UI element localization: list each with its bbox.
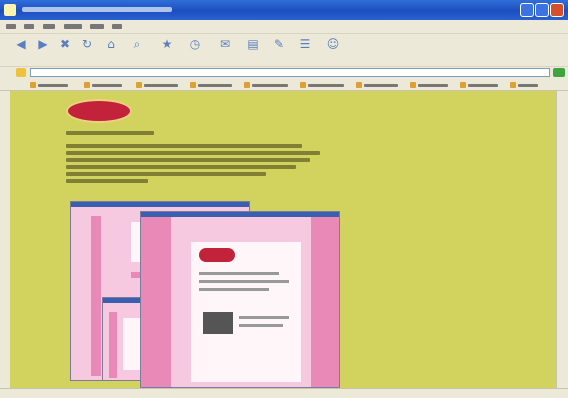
paragraph-line (66, 179, 148, 183)
link-favicon-icon (510, 82, 516, 88)
toolbar-button-history[interactable]: ◷ (182, 36, 208, 64)
print-icon: ▤ (247, 37, 259, 51)
link-favicon-icon (300, 82, 306, 88)
toolbar-button-home[interactable]: ⌂ (98, 36, 124, 64)
menu-item-tools[interactable] (90, 24, 104, 29)
paragraph-line (66, 165, 296, 169)
page-heading-placeholder (66, 131, 154, 135)
link-label (144, 84, 178, 87)
menu-item-help[interactable] (112, 24, 122, 29)
link-label (38, 84, 68, 87)
messenger-icon: ☺ (326, 37, 340, 51)
address-bar (0, 67, 568, 79)
link-label (252, 84, 288, 87)
paragraph-line (66, 151, 320, 155)
left-frame-border (0, 91, 10, 388)
discuss-icon: ☰ (299, 37, 311, 51)
links-item[interactable] (460, 82, 500, 88)
link-label (468, 84, 498, 87)
link-label (518, 84, 538, 87)
maximize-button[interactable] (535, 3, 549, 17)
link-label (418, 84, 448, 87)
paragraph-line (66, 158, 310, 162)
toolbar-button-mail[interactable]: ✉ (212, 36, 238, 64)
paragraph-line (66, 172, 266, 176)
toolbar-button-messenger[interactable]: ☺ (320, 36, 346, 64)
toolbar-button-discuss[interactable]: ☰ (292, 36, 318, 64)
toolbar-button-print[interactable]: ▤ (240, 36, 266, 64)
title-bar[interactable] (0, 0, 568, 20)
link-favicon-icon (356, 82, 362, 88)
page-icon (16, 68, 26, 77)
link-favicon-icon (410, 82, 416, 88)
link-favicon-icon (190, 82, 196, 88)
link-favicon-icon (84, 82, 90, 88)
link-favicon-icon (244, 82, 250, 88)
history-icon: ◷ (189, 37, 201, 51)
menu-item-edit[interactable] (24, 24, 34, 29)
browser-window: ◀ ▶ ✖ ↻ ⌂ ⌕ ★ ◷ ✉ ▤ ✎ ☰ ☺ (0, 0, 568, 398)
link-label (92, 84, 122, 87)
toolbar-button-favorites[interactable]: ★ (154, 36, 180, 64)
menu-item-favorites[interactable] (64, 24, 82, 29)
edit-icon: ✎ (273, 37, 285, 51)
mail-icon: ✉ (219, 37, 231, 51)
link-favicon-icon (30, 82, 36, 88)
favorites-icon: ★ (161, 37, 173, 51)
page-viewport[interactable] (10, 91, 556, 388)
refresh-icon: ↻ (81, 37, 93, 51)
links-item[interactable] (356, 82, 400, 88)
screenshot-front (140, 211, 340, 388)
address-input[interactable] (30, 68, 550, 77)
search-icon: ⌕ (133, 37, 141, 51)
toolbar-button-search[interactable]: ⌕ (124, 36, 150, 64)
standard-toolbar: ◀ ▶ ✖ ↻ ⌂ ⌕ ★ ◷ ✉ ▤ ✎ ☰ ☺ (0, 34, 568, 67)
browser-app-icon (4, 4, 16, 16)
menu-item-file[interactable] (6, 24, 16, 29)
links-item[interactable] (136, 82, 180, 88)
links-item[interactable] (190, 82, 234, 88)
link-label (364, 84, 398, 87)
links-item[interactable] (510, 82, 540, 88)
menu-bar (0, 20, 568, 53)
link-favicon-icon (136, 82, 142, 88)
site-logo[interactable] (66, 99, 132, 123)
link-label (308, 84, 344, 87)
links-item[interactable] (410, 82, 450, 88)
links-item[interactable] (84, 82, 124, 88)
home-icon: ⌂ (107, 37, 115, 51)
screenshot-collage (70, 201, 350, 388)
links-bar (0, 80, 568, 91)
link-label (198, 84, 232, 87)
close-button[interactable] (550, 3, 564, 17)
go-button[interactable] (553, 68, 565, 77)
links-item[interactable] (30, 82, 70, 88)
paragraph-line (66, 144, 302, 148)
links-item[interactable] (244, 82, 290, 88)
vertical-scrollbar[interactable] (556, 91, 568, 388)
window-title-placeholder (22, 7, 172, 12)
menu-item-view[interactable] (43, 24, 55, 29)
minimize-button[interactable] (520, 3, 534, 17)
link-favicon-icon (460, 82, 466, 88)
links-item[interactable] (300, 82, 346, 88)
toolbar-button-edit[interactable]: ✎ (266, 36, 292, 64)
toolbar-button-refresh[interactable]: ↻ (74, 36, 100, 64)
